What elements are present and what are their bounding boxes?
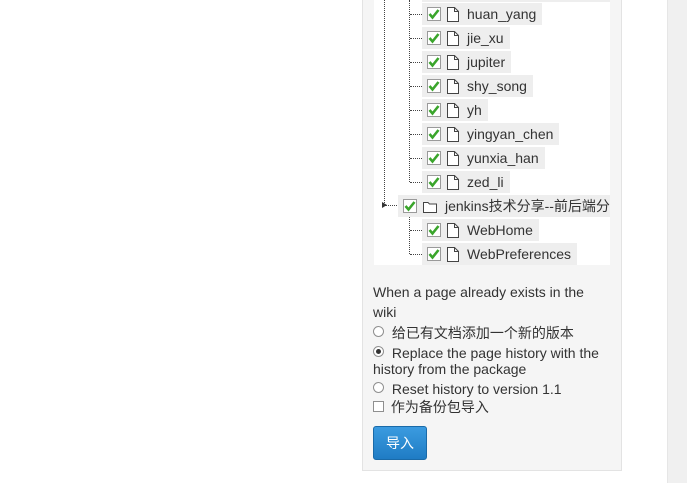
option-reset-history[interactable]: Reset history to version 1.1 — [373, 381, 562, 397]
right-gutter — [667, 0, 687, 483]
tree-node-label: jenkins技术分享--前后端分离 — [445, 198, 610, 214]
tree-connector-l1 — [409, 0, 410, 182]
backup-option[interactable]: 作为备份包导入 — [373, 399, 489, 415]
tree-node-webpreferences[interactable]: WebPreferences — [422, 243, 578, 265]
tree-branch — [410, 38, 422, 39]
tree-branch — [410, 110, 422, 111]
existing-page-heading: When a page already exists in the wiki — [373, 284, 584, 320]
option-replace-history[interactable]: Replace the page history with the histor… — [373, 345, 613, 377]
tree-node-shy-song[interactable]: shy_song — [422, 75, 533, 97]
tree-node-partial — [422, 0, 610, 2]
tree-node-label: zed_li — [467, 174, 504, 190]
tree-node-label: yunxia_han — [467, 150, 539, 166]
backup-label: 作为备份包导入 — [390, 399, 489, 415]
radio-button[interactable] — [373, 326, 384, 337]
option-label: Replace the page history with the histor… — [373, 345, 599, 377]
option-label: Reset history to version 1.1 — [391, 381, 562, 397]
tree-connector-root — [384, 0, 385, 205]
file-icon — [447, 126, 459, 142]
import-button[interactable]: 导入 — [373, 426, 427, 460]
tree-branch — [410, 14, 422, 15]
tree-node-yh[interactable]: yh — [422, 99, 488, 121]
tree-branch — [410, 254, 422, 255]
tree-node-folder[interactable]: jenkins技术分享--前后端分离 — [398, 195, 610, 217]
option-add-new-version[interactable]: 给已有文档添加一个新的版本 — [373, 325, 574, 341]
checkbox-checked-icon[interactable] — [427, 247, 441, 261]
document-tree: huan_yang jie_xu jupiter shy_song yh yin… — [374, 0, 610, 265]
file-icon — [447, 102, 459, 118]
tree-node-label: huan_yang — [467, 6, 537, 22]
tree-node-label: shy_song — [467, 78, 527, 94]
file-icon — [447, 174, 459, 190]
tree-branch — [410, 134, 422, 135]
tree-node-yunxia-han[interactable]: yunxia_han — [422, 147, 545, 169]
checkbox-checked-icon[interactable] — [427, 103, 441, 117]
checkbox-checked-icon[interactable] — [427, 223, 441, 237]
tree-node-jupiter[interactable]: jupiter — [422, 51, 512, 73]
tree-node-zed-li[interactable]: zed_li — [422, 171, 510, 193]
tree-node-label: yh — [467, 102, 482, 118]
checkbox-checked-icon[interactable] — [427, 151, 441, 165]
tree-node-label: yingyan_chen — [467, 126, 554, 142]
file-icon — [447, 54, 459, 70]
file-icon — [447, 150, 459, 166]
file-icon — [447, 30, 459, 46]
backup-checkbox[interactable] — [373, 401, 384, 412]
option-label: 给已有文档添加一个新的版本 — [391, 325, 574, 341]
tree-branch — [410, 182, 422, 183]
tree-node-label: WebHome — [467, 222, 533, 238]
checkbox-checked-icon[interactable] — [403, 199, 417, 213]
folder-icon — [423, 199, 437, 214]
tree-branch — [410, 86, 422, 87]
tree-node-jie-xu[interactable]: jie_xu — [422, 27, 510, 49]
checkbox-checked-icon[interactable] — [427, 55, 441, 69]
tree-node-huan-yang[interactable]: huan_yang — [422, 3, 543, 25]
tree-branch — [410, 230, 422, 231]
checkbox-checked-icon[interactable] — [427, 175, 441, 189]
tree-node-label: jie_xu — [467, 30, 504, 46]
checkbox-checked-icon[interactable] — [427, 31, 441, 45]
checkbox-checked-icon[interactable] — [427, 79, 441, 93]
tree-branch — [410, 158, 422, 159]
tree-connector-l2 — [409, 214, 410, 254]
file-icon — [447, 6, 459, 22]
tree-node-webhome[interactable]: WebHome — [422, 219, 539, 241]
file-icon — [447, 246, 459, 262]
radio-button[interactable] — [373, 382, 384, 393]
file-icon — [447, 222, 459, 238]
tree-expand-arrow-icon[interactable] — [382, 202, 387, 208]
tree-branch — [410, 62, 422, 63]
file-icon — [447, 78, 459, 94]
checkbox-checked-icon[interactable] — [427, 7, 441, 21]
radio-button-selected[interactable] — [373, 346, 384, 357]
tree-node-label: jupiter — [467, 54, 506, 70]
tree-node-label: WebPreferences — [467, 246, 572, 262]
tree-node-yingyan-chen[interactable]: yingyan_chen — [422, 123, 560, 145]
checkbox-checked-icon[interactable] — [427, 127, 441, 141]
